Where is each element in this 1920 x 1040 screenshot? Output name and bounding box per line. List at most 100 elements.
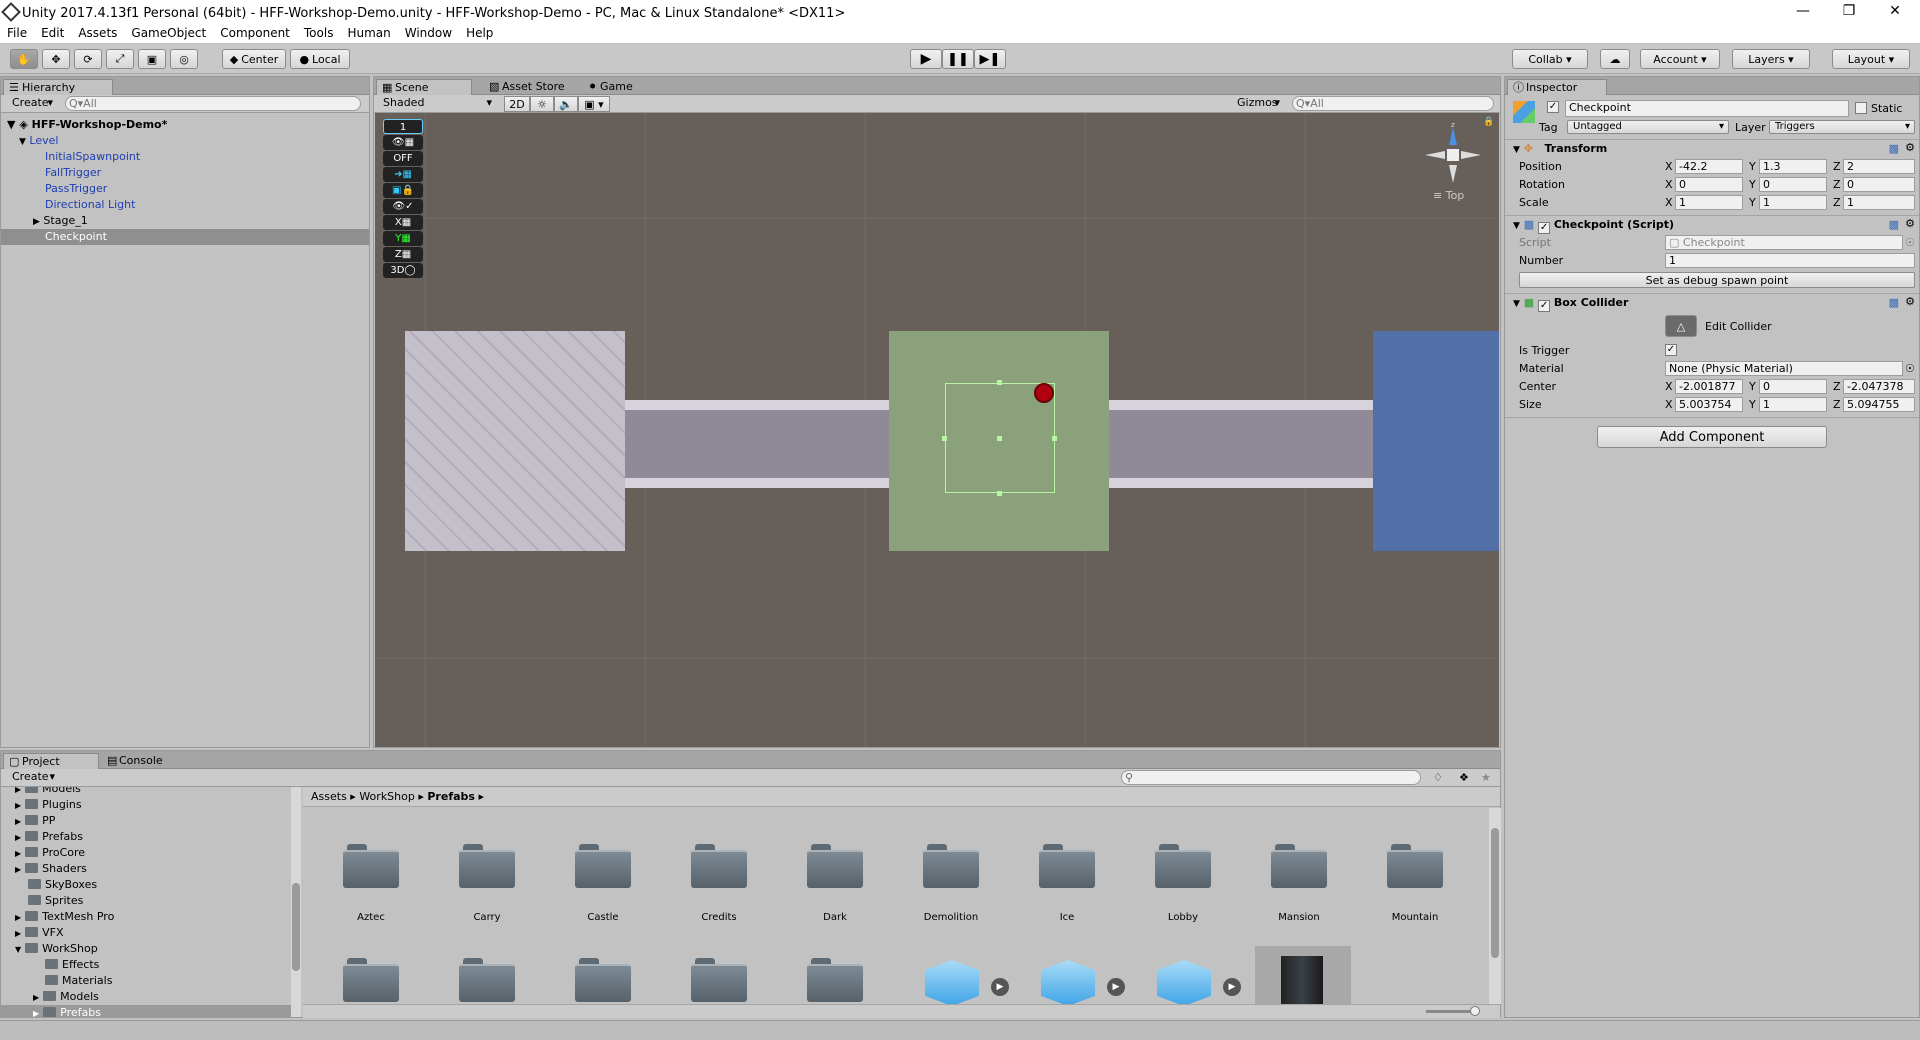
- hand-tool-button[interactable]: ✋: [10, 49, 38, 69]
- menu-window[interactable]: Window: [398, 26, 459, 40]
- help-book-icon[interactable]: ▩: [1889, 141, 1899, 156]
- tree-folder-vfx[interactable]: ▶ VFX: [15, 925, 64, 941]
- transform-tool-button[interactable]: ◎: [170, 49, 198, 69]
- play-button[interactable]: ▶: [910, 49, 942, 69]
- tree-folder-sprites[interactable]: Sprites: [28, 893, 83, 909]
- breadcrumb-prefabs[interactable]: Prefabs: [427, 790, 475, 803]
- favorite-star-icon[interactable]: ★: [1481, 770, 1491, 785]
- menu-file[interactable]: File: [0, 26, 34, 40]
- tab-scene[interactable]: ▦ Scene: [376, 79, 472, 95]
- menu-tools[interactable]: Tools: [297, 26, 341, 40]
- minimize-button[interactable]: —: [1780, 0, 1826, 22]
- box-collider-header[interactable]: ▼ ■ ✓ Box Collider: [1505, 293, 1919, 312]
- icon-size-slider-thumb[interactable]: [1470, 1006, 1480, 1016]
- tree-scrollbar[interactable]: [291, 787, 301, 1017]
- size-z-input[interactable]: 5.094755: [1843, 397, 1915, 412]
- project-search-input[interactable]: ⚲: [1121, 770, 1421, 785]
- scale-x-input[interactable]: 1: [1675, 195, 1743, 210]
- tab-game[interactable]: ⚫ Game: [582, 79, 652, 95]
- scale-z-input[interactable]: 1: [1843, 195, 1915, 210]
- layout-dropdown[interactable]: Layout ▾: [1832, 49, 1910, 69]
- tree-folder-effects[interactable]: Effects: [45, 957, 99, 973]
- hierarchy-item-passtrigger[interactable]: PassTrigger: [1, 181, 369, 197]
- rotation-x-input[interactable]: 0: [1675, 177, 1743, 192]
- checkpoint-script-header[interactable]: ▼ ▩ ✓ Checkpoint (Script): [1505, 215, 1919, 234]
- lock-grid-icon[interactable]: ▣🔒: [383, 183, 423, 198]
- folder-icon[interactable]: [575, 958, 631, 1002]
- play-preview-icon[interactable]: ▶: [991, 978, 1009, 996]
- hierarchy-item-initialspawnpoint[interactable]: InitialSpawnpoint: [1, 149, 369, 165]
- view-label[interactable]: ≡ Top: [1433, 189, 1464, 202]
- snap-off-toggle[interactable]: OFF: [383, 151, 423, 166]
- position-y-input[interactable]: 1.3: [1759, 159, 1827, 174]
- tree-folder-models[interactable]: ▶ Models: [15, 787, 81, 797]
- mode-2d-toggle[interactable]: 2D: [504, 96, 530, 112]
- tree-folder-textmesh-pro[interactable]: ▶ TextMesh Pro: [15, 909, 114, 925]
- tab-hierarchy[interactable]: ☰ Hierarchy: [3, 79, 113, 95]
- edit-collider-toggle[interactable]: △: [1665, 315, 1697, 337]
- object-picker-icon[interactable]: ☉: [1905, 235, 1915, 250]
- lock-icon[interactable]: 🔒: [1483, 117, 1494, 127]
- snap-move-icon[interactable]: ➜▦: [383, 167, 423, 182]
- folder-icon[interactable]: [459, 958, 515, 1002]
- project-create-dropdown[interactable]: Create: [7, 770, 59, 786]
- settings-gear-icon[interactable]: ⚙: [1905, 294, 1915, 309]
- physic-material-field[interactable]: None (Physic Material): [1665, 361, 1903, 376]
- hierarchy-item-level[interactable]: ▼ Level: [1, 133, 369, 149]
- tab-console[interactable]: ▤ Console: [101, 753, 191, 769]
- static-checkbox[interactable]: [1855, 102, 1867, 114]
- collider-handle[interactable]: [997, 380, 1002, 385]
- settings-gear-icon[interactable]: ⚙: [1905, 216, 1915, 231]
- visibility-toggle-icon[interactable]: 👁✓: [383, 199, 423, 214]
- center-y-input[interactable]: 0: [1759, 379, 1827, 394]
- collider-handle[interactable]: [997, 436, 1002, 441]
- play-preview-icon[interactable]: ▶: [1107, 978, 1125, 996]
- tree-folder-prefabs[interactable]: ▶ Prefabs: [15, 829, 83, 845]
- filter-type-icon[interactable]: ♢: [1433, 770, 1443, 785]
- hierarchy-search-input[interactable]: Q▾All: [65, 96, 361, 111]
- scale-y-input[interactable]: 1: [1759, 195, 1827, 210]
- menu-assets[interactable]: Assets: [71, 26, 124, 40]
- size-y-input[interactable]: 1: [1759, 397, 1827, 412]
- hierarchy-item-directional-light[interactable]: Directional Light: [1, 197, 369, 213]
- axis-y-toggle[interactable]: Y▦: [383, 231, 423, 246]
- add-component-button[interactable]: Add Component: [1597, 426, 1827, 448]
- folder-icon[interactable]: [343, 958, 399, 1002]
- scene-viewport[interactable]: 1 👁▦ OFF ➜▦ ▣🔒 👁✓ X▦ Y▦ Z▦ 3D◯ z ≡ Top 🔒: [375, 113, 1499, 747]
- menu-edit[interactable]: Edit: [34, 26, 71, 40]
- tree-folder-plugins[interactable]: ▶ Plugins: [15, 797, 82, 813]
- prefab-cube-icon[interactable]: [925, 960, 979, 1004]
- effects-dropdown[interactable]: ▣ ▾: [578, 96, 610, 112]
- tree-folder-pp[interactable]: ▶ PP: [15, 813, 55, 829]
- prefab-cube-icon[interactable]: [1041, 960, 1095, 1004]
- folder-icon[interactable]: [807, 958, 863, 1002]
- scene-search-input[interactable]: Q▾All: [1292, 96, 1494, 111]
- collider-handle[interactable]: [1052, 436, 1057, 441]
- menu-help[interactable]: Help: [459, 26, 500, 40]
- audio-toggle[interactable]: 🔈: [554, 96, 578, 112]
- pivot-center-button[interactable]: ◆ Center: [222, 49, 286, 69]
- close-button[interactable]: ✕: [1872, 0, 1918, 22]
- transform-header[interactable]: ▼ ✥ Transform: [1505, 139, 1919, 157]
- script-reference-field[interactable]: ▢ Checkpoint: [1665, 235, 1903, 250]
- rect-tool-button[interactable]: ▣: [138, 49, 166, 69]
- center-x-input[interactable]: -2.001877: [1675, 379, 1743, 394]
- menu-gameobject[interactable]: GameObject: [124, 26, 213, 40]
- menu-human[interactable]: Human: [340, 26, 397, 40]
- hierarchy-item-stage1[interactable]: ▶ Stage_1: [1, 213, 369, 229]
- gizmos-dropdown[interactable]: Gizmos: [1232, 96, 1284, 112]
- tab-inspector[interactable]: ⓘ Inspector: [1507, 79, 1607, 95]
- blue-platform-right[interactable]: [1373, 331, 1499, 551]
- tab-project[interactable]: ▢ Project: [3, 753, 99, 769]
- pause-button[interactable]: ❚❚: [942, 49, 974, 69]
- collider-handle[interactable]: [997, 491, 1002, 496]
- lighting-toggle[interactable]: ☼: [530, 96, 554, 112]
- tree-folder-procore[interactable]: ▶ ProCore: [15, 845, 85, 861]
- folder-icon[interactable]: [691, 958, 747, 1002]
- position-x-input[interactable]: -42.2: [1675, 159, 1743, 174]
- tree-scrollbar-thumb[interactable]: [292, 883, 300, 971]
- is-trigger-checkbox[interactable]: ✓: [1665, 344, 1677, 356]
- rotation-y-input[interactable]: 0: [1759, 177, 1827, 192]
- size-x-input[interactable]: 5.003754: [1675, 397, 1743, 412]
- center-z-input[interactable]: -2.047378: [1843, 379, 1915, 394]
